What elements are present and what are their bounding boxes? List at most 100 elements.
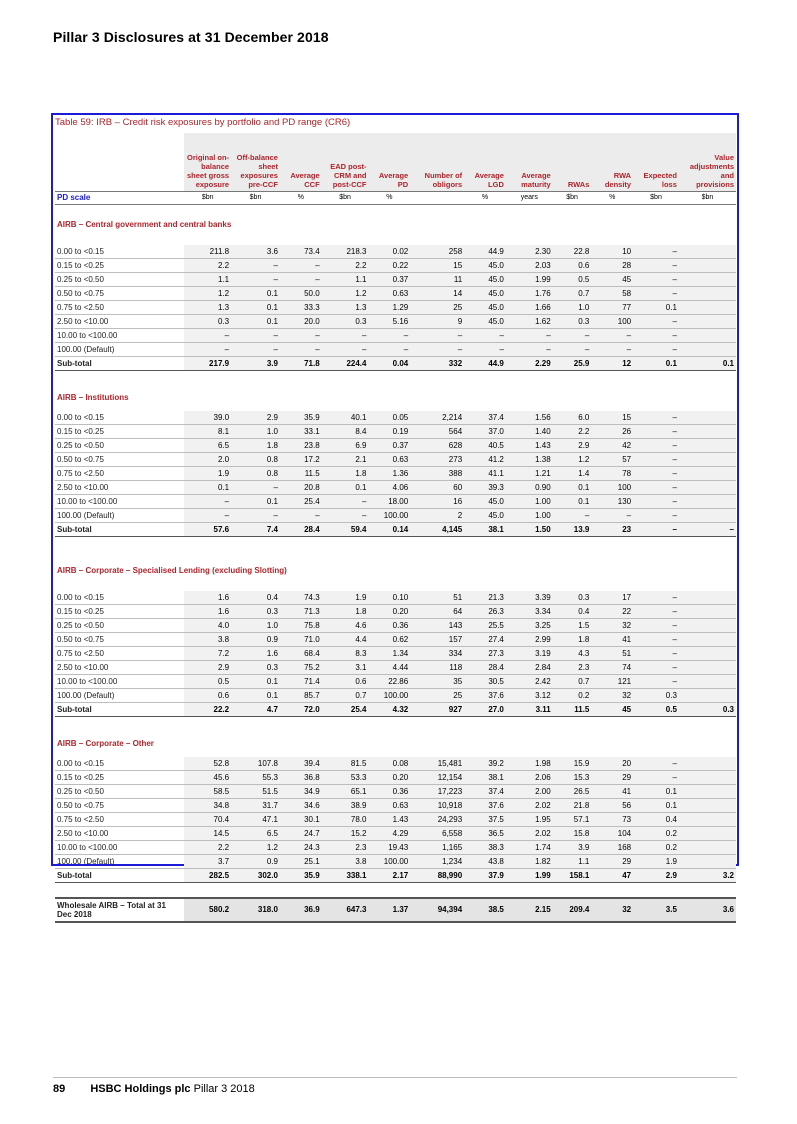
subtotal-cell: 25.9	[552, 356, 592, 371]
subtotal-cell: 332	[410, 356, 465, 371]
value-cell	[678, 286, 736, 301]
value-cell: 334	[410, 646, 465, 661]
value-cell: 8.1	[184, 424, 232, 439]
value-cell: 15	[591, 410, 634, 425]
value-cell: 25	[410, 300, 465, 315]
value-cell: 0.6	[321, 674, 369, 689]
value-cell: 0.3	[184, 314, 232, 329]
header-corner	[55, 133, 185, 191]
value-cell: 168	[591, 840, 634, 855]
value-cell: 100.00	[368, 854, 411, 869]
pd-band-label: 2.50 to <10.00	[55, 660, 185, 675]
total-label: Wholesale AIRB – Total at 31 Dec 2018	[55, 896, 185, 923]
value-cell: 74	[591, 660, 634, 675]
value-cell: 45.0	[464, 272, 506, 287]
value-cell: –	[633, 756, 679, 771]
value-cell: 25.4	[279, 494, 322, 509]
pd-band-label: 0.25 to <0.50	[55, 618, 185, 633]
value-cell: –	[633, 604, 679, 619]
subtotal-cell: 11.5	[552, 702, 592, 717]
column-header: RWAs	[552, 133, 592, 191]
value-cell: 3.25	[505, 618, 553, 633]
total-cell: 3.6	[678, 896, 736, 923]
value-cell: 1,165	[410, 840, 465, 855]
value-cell: 34.9	[279, 784, 322, 799]
value-cell: 22.8	[552, 244, 592, 259]
value-cell	[678, 632, 736, 647]
value-cell: 3.1	[321, 660, 369, 675]
spacer-cell	[55, 370, 736, 385]
subtotal-cell: 4.7	[231, 702, 280, 717]
subtotal-cell: 57.6	[184, 522, 232, 537]
value-cell: 45.0	[464, 314, 506, 329]
value-cell: 2.3	[321, 840, 369, 855]
value-cell: 29	[591, 854, 634, 869]
value-cell: 0.5	[184, 674, 232, 689]
table-row: 100.00 (Default) – – – – – – – – – – –	[55, 342, 736, 357]
spacer-row	[55, 370, 736, 385]
value-cell: –	[552, 508, 592, 523]
total-cell: 2.15	[505, 896, 553, 923]
unit-cell: $bn	[633, 190, 679, 205]
value-cell: 33.3	[279, 300, 322, 315]
table-row: 0.00 to <0.15 39.0 2.9 35.9 40.1 0.05 2,214 37.…	[55, 410, 736, 425]
value-cell: –	[591, 508, 634, 523]
value-cell: 1.9	[321, 590, 369, 605]
value-cell	[678, 756, 736, 771]
value-cell: –	[633, 770, 679, 785]
value-cell: 1.2	[231, 840, 280, 855]
value-cell: 100	[591, 480, 634, 495]
value-cell: 1.62	[505, 314, 553, 329]
value-cell	[678, 812, 736, 827]
value-cell: 20.8	[279, 480, 322, 495]
value-cell: 1.3	[184, 300, 232, 315]
value-cell: 2,214	[410, 410, 465, 425]
table-row: 2.50 to <10.00 2.9 0.3 75.2 3.1 4.44 118 28.4 2.…	[55, 660, 736, 675]
value-cell: 25	[410, 688, 465, 703]
value-cell: 37.6	[464, 688, 506, 703]
value-cell: –	[633, 258, 679, 273]
value-cell: –	[633, 646, 679, 661]
value-cell: 157	[410, 632, 465, 647]
value-cell: 43.8	[464, 854, 506, 869]
value-cell	[678, 618, 736, 633]
value-cell: 0.1	[552, 494, 592, 509]
unit-cell: %	[464, 190, 506, 205]
subtotal-cell: 47	[591, 868, 634, 883]
value-cell: –	[633, 424, 679, 439]
section-title: AIRB – Corporate – Specialised Lending (…	[57, 566, 287, 575]
value-cell: 1.66	[505, 300, 553, 315]
value-cell: 39.0	[184, 410, 232, 425]
value-cell: 28.4	[464, 660, 506, 675]
table-title: Table 59: IRB – Credit risk exposures by…	[55, 117, 351, 128]
value-cell: –	[321, 494, 369, 509]
value-cell: 0.3	[231, 604, 280, 619]
value-cell: 118	[410, 660, 465, 675]
value-cell: 36.5	[464, 826, 506, 841]
credit-risk-table: Original on-balance sheet gross exposure…	[55, 133, 736, 923]
value-cell: 0.2	[633, 840, 679, 855]
value-cell: 23.8	[279, 438, 322, 453]
value-cell: 32	[591, 618, 634, 633]
unit-cell: $bn	[231, 190, 280, 205]
subtotal-cell: 23	[591, 522, 634, 537]
value-cell: 388	[410, 466, 465, 481]
value-cell: 1.6	[184, 590, 232, 605]
subtotal-cell: 217.9	[184, 356, 232, 371]
value-cell: 2.2	[552, 424, 592, 439]
subtotal-cell: 45	[591, 702, 634, 717]
subtotal-cell: 1.99	[505, 868, 553, 883]
section-row: AIRB – Institutions	[55, 385, 736, 411]
footer-document: Pillar 3 2018	[193, 1083, 255, 1095]
table-row: 0.75 to <2.50 1.9 0.8 11.5 1.8 1.36 388 41.1 1.2…	[55, 466, 736, 481]
value-cell	[678, 244, 736, 259]
subtotal-cell: 282.5	[184, 868, 232, 883]
value-cell: 0.2	[633, 826, 679, 841]
value-cell: 121	[591, 674, 634, 689]
subtotal-cell: 158.1	[552, 868, 592, 883]
value-cell: 1.2	[321, 286, 369, 301]
value-cell: 14	[410, 286, 465, 301]
table-row: 0.75 to <2.50 1.3 0.1 33.3 1.3 1.29 25 45.0 1.66…	[55, 300, 736, 315]
value-cell: 26.5	[552, 784, 592, 799]
spacer-cell	[55, 536, 736, 551]
